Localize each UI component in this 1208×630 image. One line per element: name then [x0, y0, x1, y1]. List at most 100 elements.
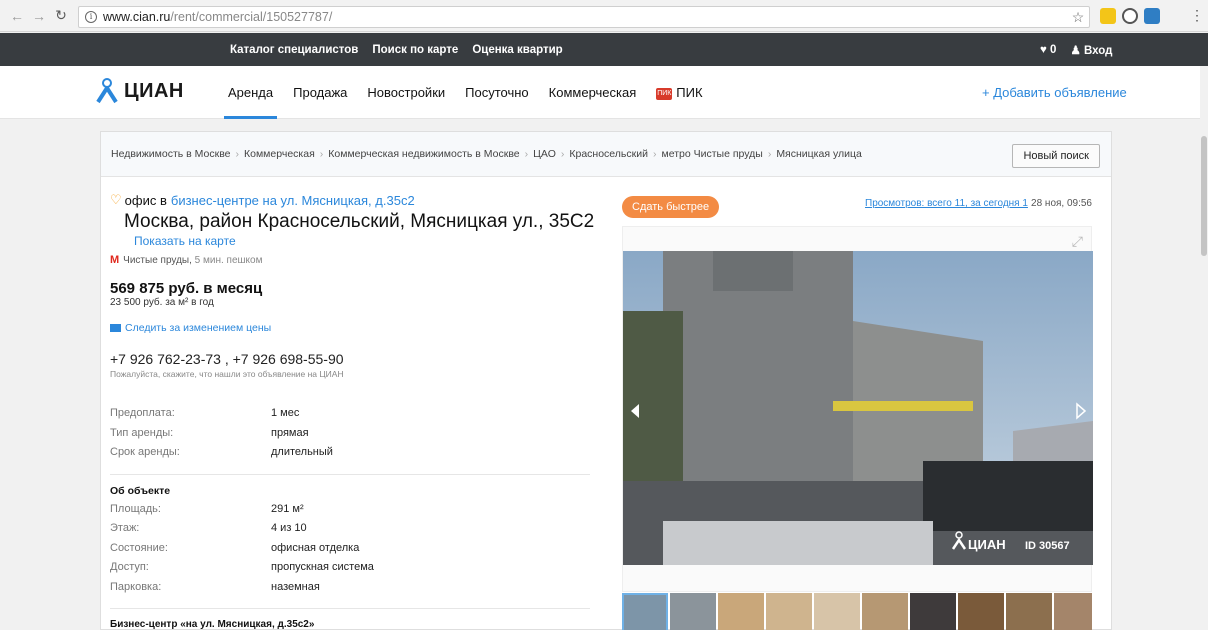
extension-icon[interactable] [1144, 8, 1160, 24]
watermark-text: ЦИАН [968, 537, 1006, 552]
listing-photo[interactable]: ЦИАН ID 30567 [623, 251, 1093, 565]
photo-thumbnail[interactable] [718, 593, 764, 630]
param-key: Тип аренды: [110, 426, 174, 439]
nav-item-rent[interactable]: Аренда [223, 66, 278, 119]
logo-text: ЦИАН [124, 79, 184, 102]
param-key: Состояние: [110, 541, 168, 554]
envelope-icon [110, 324, 121, 332]
sell-faster-button[interactable]: Сдать быстрее [622, 196, 720, 218]
photo-thumbnail[interactable] [814, 593, 860, 630]
logo[interactable]: ЦИАН [96, 78, 184, 104]
breadcrumb-item[interactable]: Коммерческая [244, 148, 315, 160]
favorites-button[interactable]: ♥ 0 [1040, 44, 1056, 56]
metro-station[interactable]: Чистые пруды, [123, 255, 192, 266]
nav-item-daily[interactable]: Посуточно [465, 66, 529, 119]
nav-item-commercial[interactable]: Коммерческая [549, 66, 637, 119]
param-row: Площадь: 291 м² [110, 503, 595, 523]
metro-info: M Чистые пруды, 5 мин. пешком [110, 254, 595, 266]
metro-icon: M [110, 254, 120, 266]
browser-toolbar: ← → ↻ i www.cian.ru/rent/commercial/1505… [0, 0, 1208, 32]
extension-icon[interactable] [1122, 8, 1138, 24]
topbar-link-valuation[interactable]: Оценка квартир [472, 44, 562, 56]
photo-thumbnail[interactable] [1054, 593, 1092, 630]
photo-thumbnail[interactable] [910, 593, 956, 630]
favorite-heart-icon[interactable]: ♡ [110, 192, 122, 208]
views-counter[interactable]: Просмотров: всего 11, за сегодня 1 [865, 198, 1028, 209]
phone-numbers[interactable]: +7 926 762-23-73 , +7 926 698-55-90 [110, 351, 595, 367]
login-label: Вход [1083, 44, 1113, 57]
param-key: Парковка: [110, 580, 162, 593]
favorites-count: 0 [1050, 43, 1057, 56]
param-key: Срок аренды: [110, 446, 180, 458]
scrollbar-thumb[interactable] [1201, 136, 1207, 256]
url-path: /rent/commercial/150527787/ [170, 10, 333, 24]
nav-item-sale[interactable]: Продажа [293, 66, 347, 119]
new-search-button[interactable]: Новый поиск [1012, 144, 1100, 168]
listing-card: Недвижимость в Москве › Коммерческая › Ком… [100, 131, 1112, 630]
listing-type: ♡ офис в бизнес-центре на ул. Мясницкая,… [110, 192, 595, 208]
param-row: Тип аренды: прямая [110, 427, 595, 447]
login-button[interactable]: ♟ Вход [1070, 43, 1112, 57]
breadcrumb-item[interactable]: Коммерческая недвижимость в Москве [328, 148, 519, 160]
breadcrumb-item[interactable]: ЦАО [533, 148, 556, 160]
reload-icon[interactable]: ↻ [50, 7, 72, 24]
photo-thumbnail[interactable] [670, 593, 716, 630]
address-bar[interactable]: i www.cian.ru/rent/commercial/150527787/… [78, 6, 1090, 28]
url-host: www.cian.ru [103, 10, 171, 24]
param-value: офисная отделка [271, 541, 360, 554]
back-icon[interactable]: ← [6, 8, 28, 24]
listing-address: Москва, район Красносельский, Мясницкая … [124, 211, 595, 232]
add-ad-link[interactable]: + Добавить объявление [982, 66, 1127, 119]
nav-item-new-buildings[interactable]: Новостройки [367, 66, 445, 119]
phone-hint: Пожалуйста, скажите, что нашли это объяв… [110, 369, 344, 379]
metro-walk-time: 5 мин. пешком [194, 254, 263, 266]
param-value: 4 из 10 [271, 522, 307, 534]
publish-date: 28 ноя, 09:56 [1031, 198, 1092, 209]
photo-thumbnail[interactable] [766, 593, 812, 630]
topbar-link-catalog[interactable]: Каталог специалистов [230, 44, 358, 56]
breadcrumb: Недвижимость в Москве › Коммерческая › Ком… [101, 132, 1111, 177]
param-value: пропускная система [271, 561, 374, 573]
photo-thumbnail[interactable] [862, 593, 908, 630]
param-row: Срок аренды: длительный [110, 446, 595, 466]
divider [110, 473, 590, 475]
forward-icon[interactable]: → [28, 8, 50, 24]
browser-menu-icon[interactable]: ⋮ [1190, 7, 1204, 24]
show-on-map-link[interactable]: Показать на карте [134, 234, 595, 248]
photo-thumbnail[interactable] [1006, 593, 1052, 630]
business-center-link[interactable]: бизнес-центре на ул. Мясницкая, д.35с2 [171, 193, 415, 208]
info-icon[interactable]: i [85, 11, 97, 23]
breadcrumb-item[interactable]: Красносельский [569, 148, 648, 160]
breadcrumb-item[interactable]: Мясницкая улица [776, 148, 862, 160]
param-row: Предоплата: 1 мес [110, 407, 595, 427]
breadcrumb-item[interactable]: Недвижимость в Москве [111, 148, 231, 160]
logo-pin-icon [96, 78, 118, 104]
param-value: 1 мес [271, 407, 300, 419]
listing-details: ♡ офис в бизнес-центре на ул. Мясницкая,… [110, 192, 595, 630]
topbar-link-map-search[interactable]: Поиск по карте [372, 44, 458, 56]
param-value: прямая [271, 426, 309, 439]
extension-icon[interactable] [1100, 8, 1116, 24]
breadcrumb-item[interactable]: метро Чистые пруды [661, 148, 762, 160]
fullscreen-icon[interactable]: ⤢ [1072, 233, 1083, 250]
follow-price-link[interactable]: Следить за изменением цены [110, 322, 595, 334]
bookmark-star-icon[interactable]: ☆ [1067, 7, 1089, 29]
follow-price-label: Следить за изменением цены [125, 322, 272, 334]
nav-item-pik[interactable]: ПИК ПИК [656, 66, 703, 119]
listing-type-prefix: офис в [124, 192, 167, 208]
price-per-meter: 23 500 руб. за м² в год [110, 297, 214, 308]
param-key: Доступ: [110, 561, 149, 573]
about-section-title: Об объекте [110, 484, 171, 497]
page-scrollbar[interactable] [1200, 66, 1208, 630]
param-value: 291 м² [271, 502, 304, 515]
param-key: Этаж: [110, 522, 140, 534]
main-nav: ЦИАН Аренда Продажа Новостройки Посуточн… [0, 66, 1208, 119]
photo-thumbnail[interactable] [958, 593, 1004, 630]
about-params: Площадь: 291 м² Этаж: 4 из 10 Состояние: оф… [110, 503, 595, 601]
photo-gallery: ⤢ ЦИАН ID 30567 [622, 226, 1093, 592]
top-bar: Каталог специалистов Поиск по карте Оцен… [0, 33, 1208, 66]
user-icon: ♟ [1070, 44, 1081, 57]
heart-icon: ♥ [1040, 43, 1047, 56]
divider [110, 608, 590, 609]
photo-thumbnail[interactable] [622, 593, 668, 630]
